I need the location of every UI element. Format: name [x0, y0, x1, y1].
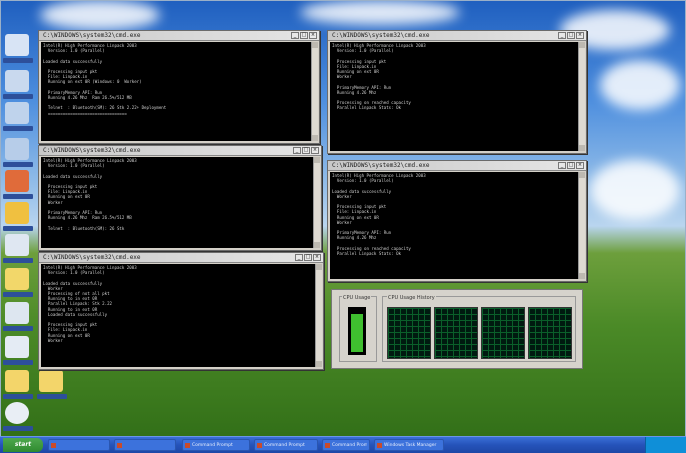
scrollbar[interactable]	[315, 264, 322, 367]
cmd-icon	[325, 443, 330, 448]
cpu-history-graph	[528, 307, 572, 359]
cmd-window-1[interactable]: C:\WINDOWS\system32\cmd.exe _ □ × Intel(R)…	[38, 30, 320, 144]
console-text: Intel(R) High Performance Linpack 2003 V…	[332, 173, 426, 257]
console-text: Intel(R) High Performance Linpack 2003 V…	[43, 265, 137, 343]
shortcut-icon[interactable]	[3, 302, 33, 331]
window-title-bar[interactable]: C:\WINDOWS\system32\cmd.exe _ □ ×	[39, 31, 319, 41]
system-tray[interactable]	[645, 437, 686, 453]
minimize-button[interactable]: _	[558, 32, 566, 39]
cloud	[300, 0, 460, 25]
console-output: Intel(R) High Performance Linpack 2003 V…	[330, 42, 578, 151]
cpu-usage-meter	[348, 307, 366, 355]
window-title-bar[interactable]: C:\WINDOWS\system32\cmd.exe _ □ ×	[39, 146, 321, 156]
console-text: Intel(R) High Performance Linpack 2003 V…	[332, 43, 426, 111]
cloud	[600, 60, 680, 110]
cmd-window-5[interactable]: C:\WINDOWS\system32\cmd.exe _ □ × Intel(R)…	[38, 252, 324, 370]
network-icon[interactable]	[3, 102, 33, 131]
cpu-history-graph	[434, 307, 478, 359]
taskbar-button[interactable]: Command Prompt	[322, 439, 370, 451]
maximize-button[interactable]: □	[302, 147, 310, 154]
taskbar-button[interactable]: Command Prompt	[182, 439, 250, 451]
taskbar-button[interactable]	[114, 439, 176, 451]
window-icon	[117, 443, 122, 448]
scrollbar[interactable]	[313, 157, 320, 248]
cloud	[590, 160, 680, 220]
window-title-bar[interactable]: C:\WINDOWS\system32\cmd.exe _ □ ×	[328, 31, 586, 41]
minimize-button[interactable]: _	[291, 32, 299, 39]
start-button[interactable]: start	[3, 438, 43, 452]
cpu-usage-group: CPU Usage	[339, 295, 377, 362]
task-manager-icon	[377, 443, 382, 448]
my-computer-icon[interactable]	[3, 70, 33, 99]
app-icon[interactable]	[3, 170, 33, 199]
close-button[interactable]: ×	[311, 147, 319, 154]
taskbar: start Command Prompt Command Prompt Comm…	[0, 436, 686, 453]
folder-icon[interactable]	[37, 370, 67, 399]
taskbar-button[interactable]: Windows Task Manager	[374, 439, 444, 451]
console-output: Intel(R) High Performance Linpack 2003 V…	[41, 42, 311, 141]
shortcut-icon[interactable]	[3, 234, 33, 263]
scrollbar[interactable]	[311, 42, 318, 141]
console-output: Intel(R) High Performance Linpack 2003 V…	[41, 157, 313, 248]
window-title-bar[interactable]: C:\WINDOWS\system32\cmd.exe _ □ ×	[328, 161, 586, 171]
console-output: Intel(R) High Performance Linpack 2003 V…	[41, 264, 315, 367]
maximize-button[interactable]: □	[304, 254, 312, 261]
minimize-button[interactable]: _	[558, 162, 566, 169]
folder-icon[interactable]	[3, 370, 33, 399]
console-text: Intel(R) High Performance Linpack 2003 V…	[43, 43, 167, 116]
taskbar-button[interactable]: Command Prompt	[254, 439, 318, 451]
cpu-history-graph	[387, 307, 431, 359]
folder-icon[interactable]	[3, 202, 33, 231]
console-text: Intel(R) High Performance Linpack 2003 V…	[43, 158, 137, 231]
window-icon	[51, 443, 56, 448]
maximize-button[interactable]: □	[567, 32, 575, 39]
maximize-button[interactable]: □	[567, 162, 575, 169]
task-manager-performance: CPU Usage CPU Usage History	[331, 289, 583, 369]
shortcut-icon[interactable]	[3, 336, 33, 365]
cmd-icon	[257, 443, 262, 448]
close-button[interactable]: ×	[313, 254, 321, 261]
close-button[interactable]: ×	[576, 32, 584, 39]
close-button[interactable]: ×	[576, 162, 584, 169]
my-documents-icon[interactable]	[3, 34, 33, 63]
taskbar-button[interactable]	[48, 439, 110, 451]
cmd-window-2[interactable]: C:\WINDOWS\system32\cmd.exe _ □ × Intel(R)…	[327, 30, 587, 154]
minimize-button[interactable]: _	[293, 147, 301, 154]
desktop: C:\WINDOWS\system32\cmd.exe _ □ × Intel(R)…	[0, 0, 686, 452]
cpu-usage-label: CPU Usage	[342, 295, 372, 301]
app-icon[interactable]	[3, 268, 33, 297]
close-button[interactable]: ×	[309, 32, 317, 39]
cpu-usage-fill	[351, 314, 363, 352]
recycle-bin-icon[interactable]	[3, 138, 33, 167]
cpu-history-label: CPU Usage History	[387, 295, 436, 301]
maximize-button[interactable]: □	[300, 32, 308, 39]
shortcut-icon[interactable]	[3, 402, 33, 431]
window-title-bar[interactable]: C:\WINDOWS\system32\cmd.exe _ □ ×	[39, 253, 323, 263]
cmd-icon	[185, 443, 190, 448]
cmd-window-3[interactable]: C:\WINDOWS\system32\cmd.exe _ □ × Intel(R)…	[38, 145, 322, 251]
scrollbar[interactable]	[578, 172, 585, 279]
scrollbar[interactable]	[578, 42, 585, 151]
cloud	[40, 0, 160, 30]
console-output: Intel(R) High Performance Linpack 2003 V…	[330, 172, 578, 279]
cmd-window-4[interactable]: C:\WINDOWS\system32\cmd.exe _ □ × Intel(R)…	[327, 160, 587, 282]
cpu-history-group: CPU Usage History	[382, 295, 576, 362]
cpu-history-graph	[481, 307, 525, 359]
minimize-button[interactable]: _	[295, 254, 303, 261]
